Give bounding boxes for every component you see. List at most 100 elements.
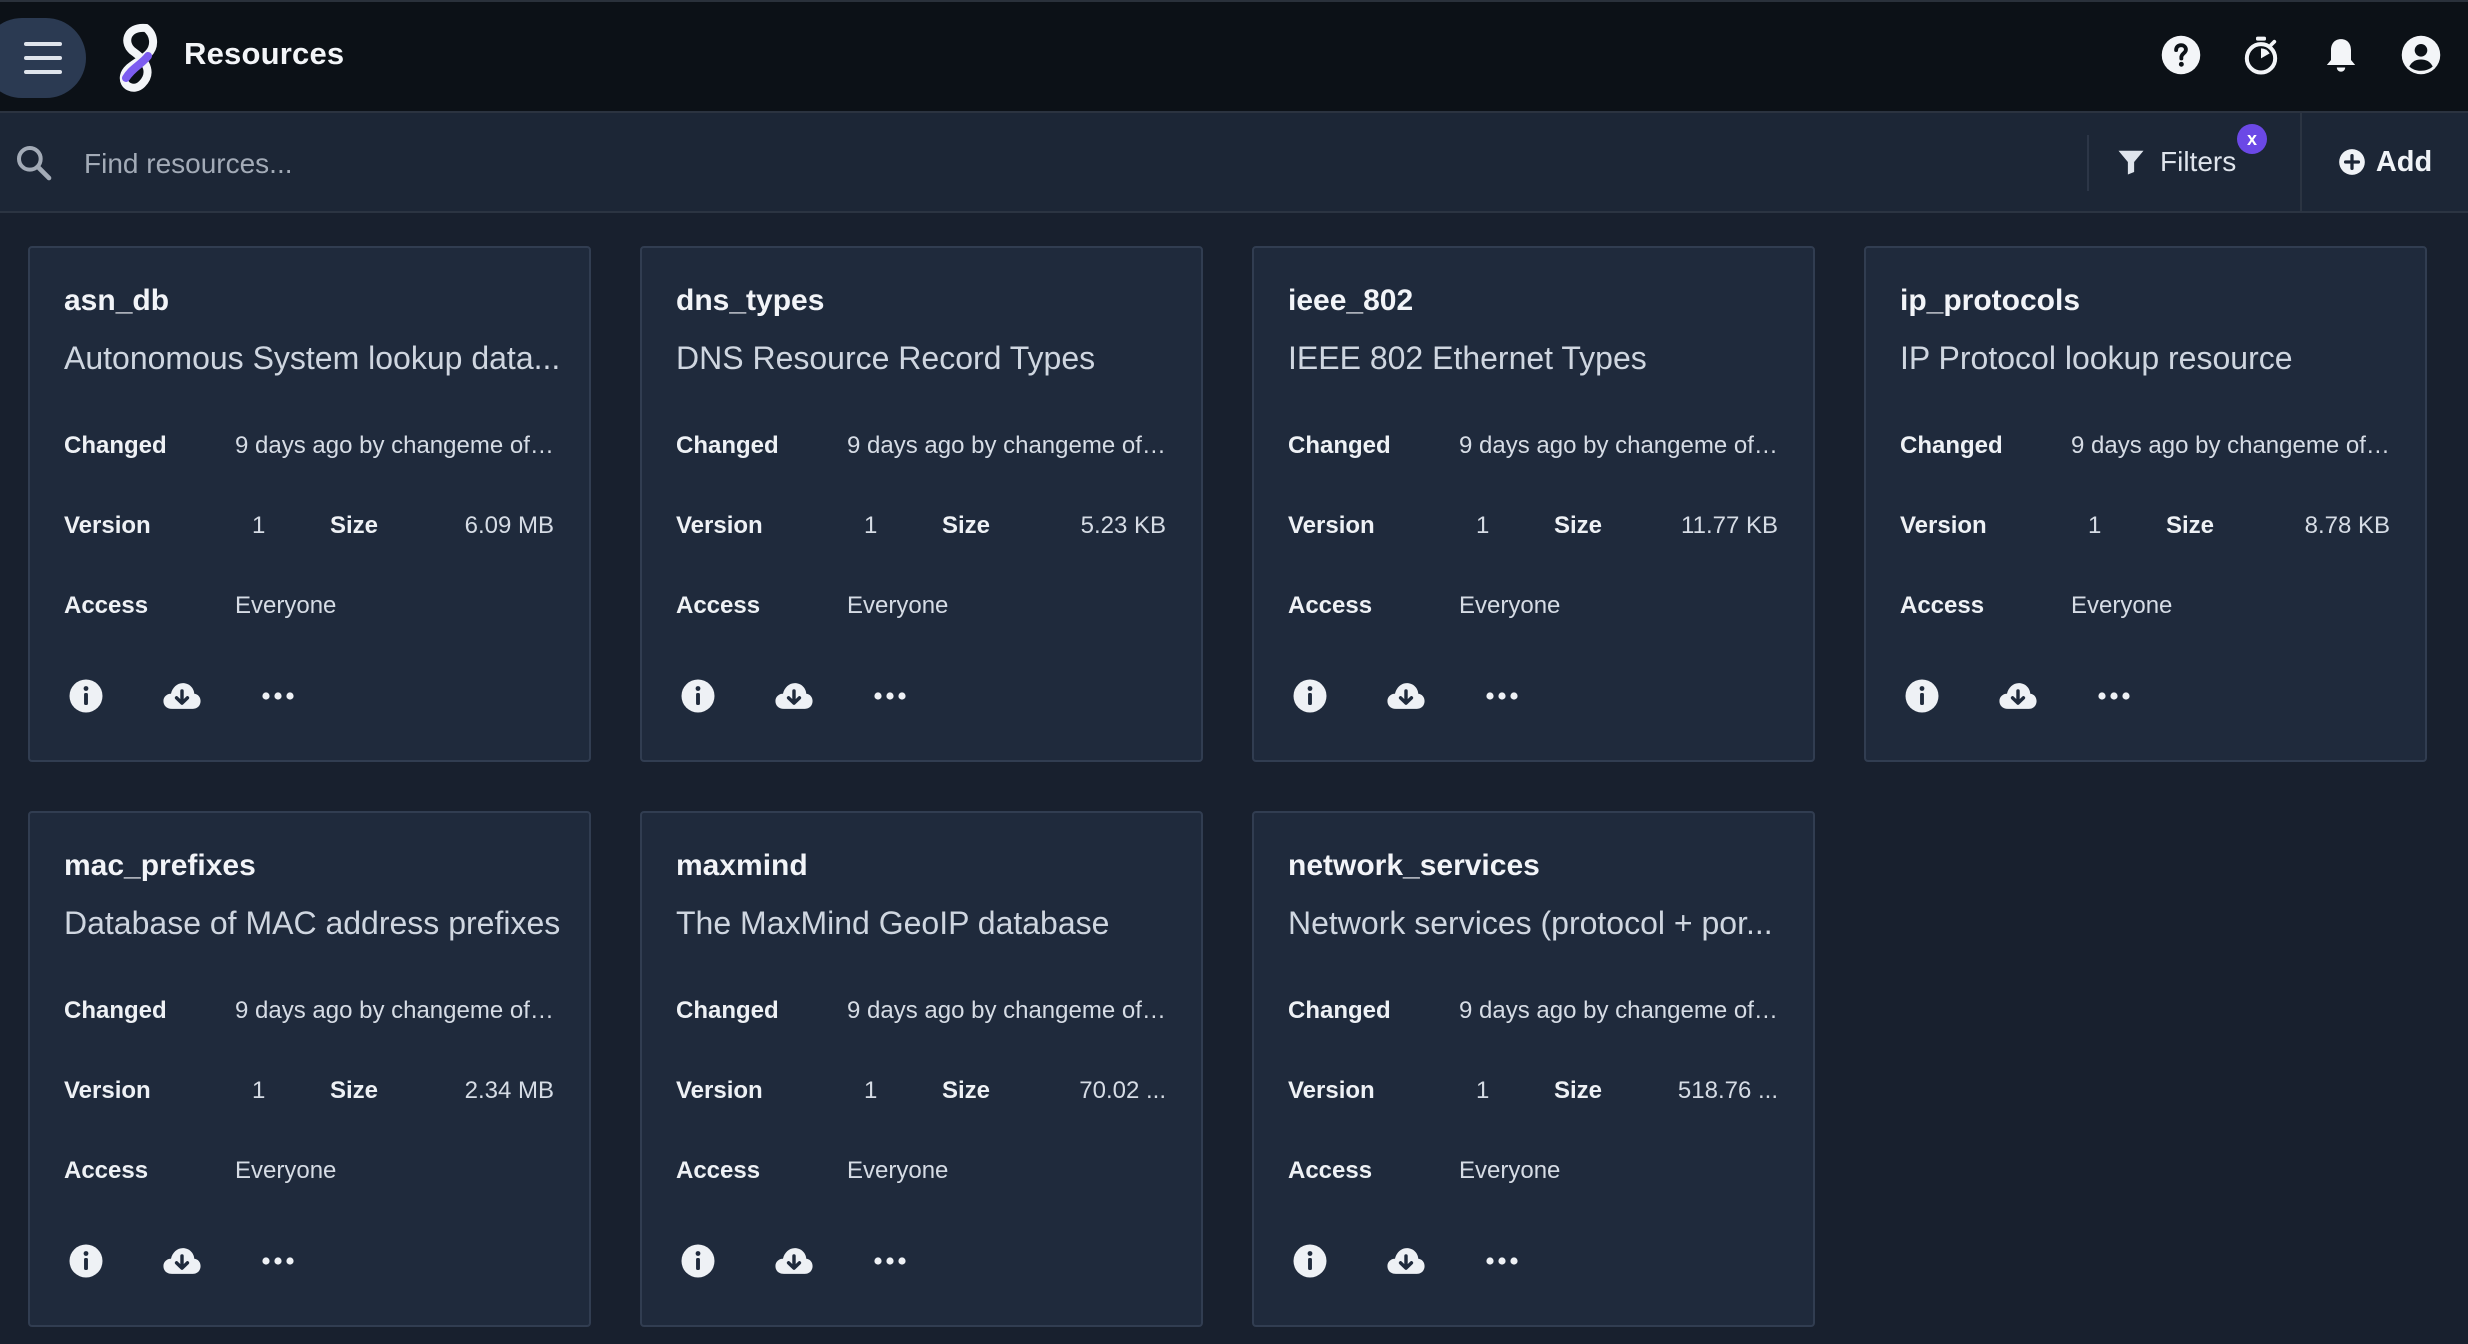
- resource-grid: asn_db Autonomous System lookup data... …: [28, 246, 2427, 1327]
- info-button[interactable]: [1290, 1241, 1330, 1281]
- resource-description: IEEE 802 Ethernet Types: [1288, 340, 1647, 376]
- resource-description: Database of MAC address prefixes: [64, 905, 561, 941]
- resource-name[interactable]: maxmind: [676, 849, 808, 883]
- info-button[interactable]: [66, 676, 106, 716]
- size-label: Size: [330, 512, 379, 539]
- more-button[interactable]: [258, 676, 298, 716]
- resource-name[interactable]: network_services: [1288, 849, 1540, 883]
- version-value: 1: [2088, 512, 2102, 539]
- access-value: Everyone: [847, 592, 949, 619]
- changed-value: 9 days ago by changeme of ...: [235, 997, 555, 1024]
- changed-label: Changed: [676, 997, 779, 1024]
- account-icon: [2401, 35, 2441, 75]
- version-value: 1: [1476, 1077, 1490, 1104]
- info-button[interactable]: [678, 676, 718, 716]
- resource-description: The MaxMind GeoIP database: [676, 905, 1110, 941]
- more-button[interactable]: [870, 1241, 910, 1281]
- more-button[interactable]: [1482, 1241, 1522, 1281]
- changed-value: 9 days ago by changeme of ...: [2071, 432, 2391, 459]
- more-button[interactable]: [870, 676, 910, 716]
- more-button[interactable]: [258, 1241, 298, 1281]
- size-label: Size: [1554, 512, 1603, 539]
- download-button[interactable]: [162, 1241, 202, 1281]
- size-value: 2.34 MB: [464, 1077, 554, 1104]
- download-button[interactable]: [1386, 1241, 1426, 1281]
- more-icon: [2098, 692, 2130, 700]
- size-label: Size: [2166, 512, 2215, 539]
- logo-icon[interactable]: [112, 22, 164, 94]
- info-button[interactable]: [1902, 676, 1942, 716]
- version-label: Version: [64, 512, 151, 539]
- more-button[interactable]: [2094, 676, 2134, 716]
- more-icon: [874, 1257, 906, 1265]
- changed-value: 9 days ago by changeme of ...: [847, 432, 1167, 459]
- help-button[interactable]: [2158, 32, 2204, 78]
- resource-description: Autonomous System lookup data...: [64, 340, 561, 376]
- info-button[interactable]: [678, 1241, 718, 1281]
- divider: [2087, 135, 2089, 191]
- size-value: 5.23 KB: [1080, 512, 1166, 539]
- version-label: Version: [1900, 512, 1987, 539]
- access-value: Everyone: [235, 1157, 337, 1184]
- resource-card[interactable]: maxmind The MaxMind GeoIP database Chang…: [640, 811, 1203, 1327]
- changed-label: Changed: [64, 997, 167, 1024]
- size-value: 518.76 ...: [1677, 1077, 1778, 1104]
- access-label: Access: [676, 1157, 761, 1184]
- resource-card[interactable]: asn_db Autonomous System lookup data... …: [28, 246, 591, 762]
- info-button[interactable]: [1290, 676, 1330, 716]
- resource-name[interactable]: dns_types: [676, 284, 824, 318]
- clear-filters-badge[interactable]: x: [2237, 124, 2267, 154]
- resource-name[interactable]: ieee_802: [1288, 284, 1413, 318]
- resource-card[interactable]: network_services Network services (proto…: [1252, 811, 1815, 1327]
- resource-card[interactable]: dns_types DNS Resource Record Types Chan…: [640, 246, 1203, 762]
- resource-card[interactable]: ieee_802 IEEE 802 Ethernet Types Changed…: [1252, 246, 1815, 762]
- access-value: Everyone: [1459, 592, 1561, 619]
- notifications-button[interactable]: [2318, 32, 2364, 78]
- access-label: Access: [1288, 592, 1373, 619]
- changed-label: Changed: [676, 432, 779, 459]
- download-button[interactable]: [774, 676, 814, 716]
- changed-value: 9 days ago by changeme of ...: [235, 432, 555, 459]
- changed-value: 9 days ago by changeme of ...: [847, 997, 1167, 1024]
- changed-label: Changed: [1900, 432, 2003, 459]
- resource-card[interactable]: mac_prefixes Database of MAC address pre…: [28, 811, 591, 1327]
- resource-name[interactable]: mac_prefixes: [64, 849, 256, 883]
- filters-label: Filters: [2160, 146, 2237, 177]
- version-label: Version: [64, 1077, 151, 1104]
- account-button[interactable]: [2398, 32, 2444, 78]
- add-button[interactable]: Add: [2300, 113, 2468, 211]
- download-button[interactable]: [162, 676, 202, 716]
- stopwatch-button[interactable]: [2238, 32, 2284, 78]
- resource-name[interactable]: ip_protocols: [1900, 284, 2080, 318]
- info-icon: [1293, 679, 1327, 713]
- access-label: Access: [1900, 592, 1985, 619]
- access-value: Everyone: [847, 1157, 949, 1184]
- download-button[interactable]: [1386, 676, 1426, 716]
- version-value: 1: [864, 1077, 878, 1104]
- access-label: Access: [64, 592, 149, 619]
- download-icon: [1387, 683, 1425, 709]
- search-input[interactable]: [82, 135, 2066, 193]
- resource-name[interactable]: asn_db: [64, 284, 169, 318]
- version-label: Version: [1288, 1077, 1375, 1104]
- download-button[interactable]: [1998, 676, 2038, 716]
- more-button[interactable]: [1482, 676, 1522, 716]
- card-actions: [66, 676, 298, 716]
- access-label: Access: [1288, 1157, 1373, 1184]
- size-label: Size: [330, 1077, 379, 1104]
- menu-button[interactable]: [0, 18, 86, 98]
- download-icon: [775, 683, 813, 709]
- size-value: 8.78 KB: [2304, 512, 2390, 539]
- access-label: Access: [64, 1157, 149, 1184]
- info-button[interactable]: [66, 1241, 106, 1281]
- download-icon: [163, 683, 201, 709]
- changed-value: 9 days ago by changeme of ...: [1459, 997, 1779, 1024]
- size-label: Size: [942, 512, 991, 539]
- card-actions: [1290, 676, 1522, 716]
- resource-card[interactable]: ip_protocols IP Protocol lookup resource…: [1864, 246, 2427, 762]
- access-value: Everyone: [235, 592, 337, 619]
- resource-description: Network services (protocol + por...: [1288, 905, 1773, 941]
- download-button[interactable]: [774, 1241, 814, 1281]
- info-icon: [681, 1244, 715, 1278]
- changed-label: Changed: [1288, 432, 1391, 459]
